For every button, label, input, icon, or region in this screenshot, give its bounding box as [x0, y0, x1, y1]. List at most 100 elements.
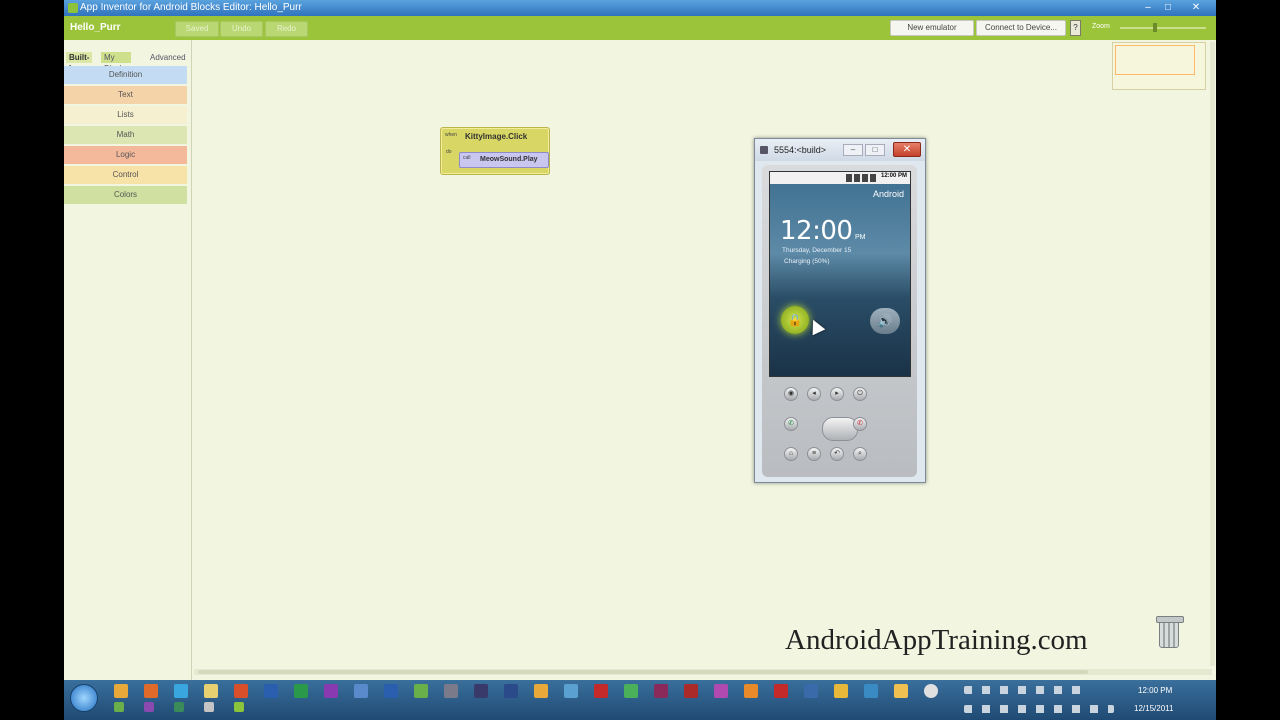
- lock-date: Thursday, December 15: [782, 247, 852, 254]
- camera-key-icon[interactable]: ◉: [784, 387, 798, 401]
- drawer-math[interactable]: Math: [64, 126, 187, 144]
- app-icon-14[interactable]: [504, 684, 518, 698]
- taskbar-clock-date[interactable]: 12/15/2011: [1134, 704, 1173, 713]
- lock-clock: 12:00: [780, 216, 853, 246]
- horizontal-scrollbar-thumb[interactable]: [198, 670, 1088, 674]
- quicklaunch-icon-2[interactable]: [144, 702, 154, 712]
- system-tray-icons-row2[interactable]: [964, 705, 1114, 713]
- app-icon-21[interactable]: [714, 684, 728, 698]
- word-icon[interactable]: [264, 684, 278, 698]
- unlock-icon[interactable]: 🔒: [781, 306, 809, 334]
- volume-up-key-icon[interactable]: ▸: [830, 387, 844, 401]
- home-key-icon[interactable]: ⌂: [784, 447, 798, 461]
- start-button-icon[interactable]: [70, 684, 98, 712]
- app-icon-22[interactable]: [744, 684, 758, 698]
- redo-button[interactable]: Redo: [265, 21, 308, 37]
- tab-advanced[interactable]: Advanced: [147, 52, 189, 63]
- emulator-minimize-button[interactable]: –: [843, 144, 863, 156]
- drawer-control[interactable]: Control: [64, 166, 187, 184]
- app-icon-28[interactable]: [924, 684, 938, 698]
- explorer-icon[interactable]: [204, 684, 218, 698]
- event-block-body[interactable]: when KittyImage.Click do call MeowSound.…: [440, 127, 550, 175]
- end-call-key-icon[interactable]: ✆: [853, 417, 867, 431]
- excel-icon[interactable]: [294, 684, 308, 698]
- phone-screen[interactable]: 12:00 PM Android 12:00 PM Thursday, Dece…: [769, 171, 911, 377]
- project-name: Hello_Purr: [70, 22, 121, 33]
- connect-to-device-dropdown[interactable]: Connect to Device...: [976, 20, 1066, 36]
- event-block-kittyimage-click[interactable]: when KittyImage.Click do call MeowSound.…: [440, 127, 550, 175]
- close-button[interactable]: ✕: [1186, 1, 1206, 14]
- zoom-label: Zoom: [1092, 23, 1110, 30]
- quicklaunch-icon-4[interactable]: [204, 702, 214, 712]
- app-icon-13[interactable]: [474, 684, 488, 698]
- app-icon-17[interactable]: [594, 684, 608, 698]
- phone-skin: 12:00 PM Android 12:00 PM Thursday, Dece…: [762, 165, 917, 477]
- quicklaunch-icon-1[interactable]: [114, 702, 124, 712]
- drawer-lists[interactable]: Lists: [64, 106, 187, 124]
- quicklaunch-icon-3[interactable]: [174, 702, 184, 712]
- power-key-icon[interactable]: ⏻: [853, 387, 867, 401]
- block-do-label: do: [446, 149, 452, 155]
- app-icon-11[interactable]: [414, 684, 428, 698]
- window-title: App Inventor for Android Blocks Editor: …: [80, 2, 302, 13]
- zoom-slider-handle[interactable]: [1153, 23, 1157, 32]
- system-tray-icons[interactable]: [964, 686, 1084, 694]
- emulator-title: 5554:<build>: [774, 145, 827, 155]
- hardware-keypad: ◉ ◂ ▸ ⏻ ✆ ✆ ⌂ ≡ ↶ ⌕: [762, 387, 917, 473]
- pdf-icon[interactable]: [234, 684, 248, 698]
- volume-down-key-icon[interactable]: ◂: [807, 387, 821, 401]
- emulator-window: 5554:<build> – □ ✕ 12:00 PM Android 12:0…: [754, 138, 926, 483]
- app-icon-18[interactable]: [624, 684, 638, 698]
- drawer-colors[interactable]: Colors: [64, 186, 187, 204]
- drawer-logic[interactable]: Logic: [64, 146, 187, 164]
- quicklaunch-icon-5[interactable]: [234, 702, 244, 712]
- call-block-meowsound-play[interactable]: call MeowSound.Play: [459, 152, 549, 168]
- app-icon-27[interactable]: [894, 684, 908, 698]
- search-key-icon[interactable]: ⌕: [853, 447, 867, 461]
- trash-icon[interactable]: [1156, 612, 1184, 648]
- chrome-icon[interactable]: [114, 684, 128, 698]
- tab-my-blocks[interactable]: My Blocks: [101, 52, 131, 73]
- back-key-icon[interactable]: ↶: [830, 447, 844, 461]
- app-icon-10[interactable]: [384, 684, 398, 698]
- app-icon: [68, 3, 78, 13]
- block-call-label: call: [463, 155, 471, 161]
- menu-key-icon[interactable]: ≡: [807, 447, 821, 461]
- blocks-palette: Built-In My Blocks Advanced Definition T…: [64, 40, 192, 680]
- drawer-definition[interactable]: Definition: [64, 66, 187, 84]
- blocks-editor-window: App Inventor for Android Blocks Editor: …: [64, 0, 1216, 680]
- app-icon-9[interactable]: [354, 684, 368, 698]
- tab-built-in[interactable]: Built-In: [66, 52, 93, 73]
- help-button[interactable]: ?: [1070, 20, 1081, 36]
- app-icon-23[interactable]: [774, 684, 788, 698]
- zoom-slider[interactable]: [1120, 27, 1206, 29]
- new-emulator-button[interactable]: New emulator: [890, 20, 974, 36]
- phone-status-bar: 12:00 PM: [770, 172, 910, 184]
- app-icon-16[interactable]: [564, 684, 578, 698]
- app-icon-20[interactable]: [684, 684, 698, 698]
- minimap-viewport[interactable]: [1115, 45, 1195, 75]
- vertical-scrollbar[interactable]: [1210, 42, 1215, 666]
- mouse-cursor-icon: [806, 316, 826, 336]
- ie-icon[interactable]: [174, 684, 188, 698]
- taskbar-clock-time[interactable]: 12:00 PM: [1138, 686, 1172, 695]
- drawer-text[interactable]: Text: [64, 86, 187, 104]
- call-key-icon[interactable]: ✆: [784, 417, 798, 431]
- maximize-button[interactable]: □: [1158, 1, 1178, 14]
- app-icon-15[interactable]: [534, 684, 548, 698]
- app-icon-24[interactable]: [804, 684, 818, 698]
- horizontal-scrollbar[interactable]: [194, 669, 1212, 675]
- workspace-minimap[interactable]: [1112, 42, 1206, 90]
- app-icon-12[interactable]: [444, 684, 458, 698]
- app-icon-25[interactable]: [834, 684, 848, 698]
- app-icon-26[interactable]: [864, 684, 878, 698]
- emulator-maximize-button[interactable]: □: [865, 144, 885, 156]
- saved-button[interactable]: Saved: [175, 21, 219, 37]
- onenote-icon[interactable]: [324, 684, 338, 698]
- sound-toggle-icon[interactable]: 🔊: [870, 308, 900, 334]
- app-icon-19[interactable]: [654, 684, 668, 698]
- undo-button[interactable]: Undo: [220, 21, 263, 37]
- emulator-close-button[interactable]: ✕: [893, 142, 921, 157]
- minimize-button[interactable]: –: [1138, 1, 1158, 14]
- firefox-icon[interactable]: [144, 684, 158, 698]
